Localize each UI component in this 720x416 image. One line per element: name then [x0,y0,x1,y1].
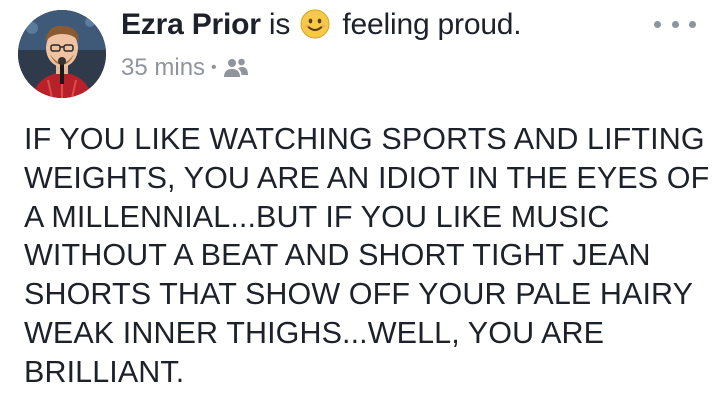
more-options-button[interactable] [654,14,696,34]
post-body-text: IF YOU LIKE WATCHING SPORTS AND LIFTING … [24,120,714,392]
profile-photo [18,10,106,98]
smiley-emoji-icon [300,9,330,39]
post-text-line: SHORTS THAT SHOW OFF YOUR PALE HAIRY [24,277,694,312]
more-options-icon [671,20,679,28]
more-options-icon [689,20,696,28]
meta-separator: • [211,59,217,76]
post-text-line: IF YOU LIKE WATCHING SPORTS AND LIFTING [24,122,705,156]
post-meta: 35 mins • [121,52,249,84]
post-text-line: A MILLENNIAL...BUT IF YOU LIKE MUSIC [24,199,610,234]
post-text-line: BRILLIANT. [24,354,185,389]
post-text-line: WEAK INNER THIGHS...WELL, YOU ARE [24,315,605,350]
avatar[interactable] [18,10,106,98]
facebook-post: Ezra Prior is feeling proud. 35 mins • I… [0,0,720,416]
timestamp[interactable]: 35 mins [121,52,205,84]
post-header: Ezra Prior is feeling proud. [121,5,522,45]
author-name[interactable]: Ezra Prior [121,8,261,41]
more-options-icon [654,20,661,28]
feeling-text[interactable]: feeling proud. [342,8,521,41]
post-text-line: WITHOUT A BEAT AND SHORT TIGHT JEAN [24,238,651,273]
is-word: is [268,8,291,41]
friends-icon[interactable] [223,57,249,79]
post-text-line: WEIGHTS, YOU ARE AN IDIOT IN THE EYES OF [24,160,710,195]
